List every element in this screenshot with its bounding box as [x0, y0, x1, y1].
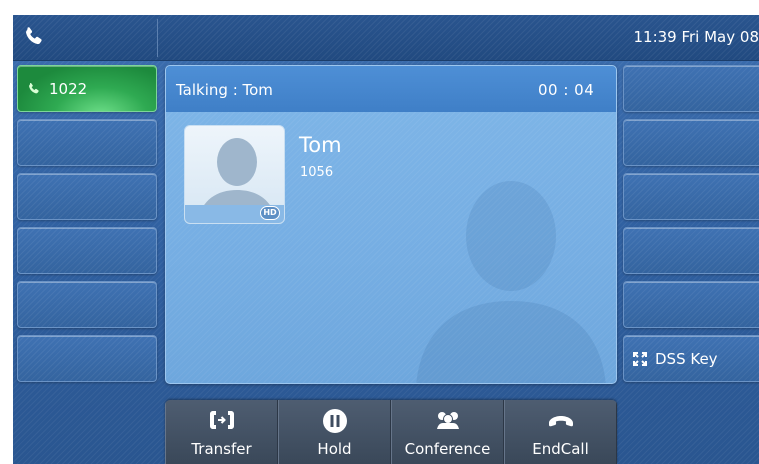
- end-call-label: EndCall: [532, 440, 589, 458]
- hold-icon: [322, 409, 347, 433]
- transfer-label: Transfer: [191, 440, 252, 458]
- conference-icon: [436, 412, 459, 429]
- transfer-button[interactable]: Transfer: [165, 400, 278, 464]
- line-key-6[interactable]: [17, 335, 157, 382]
- dss-key-label: DSS Key: [655, 350, 718, 368]
- hold-label: Hold: [317, 440, 352, 458]
- contact-name: Tom: [299, 133, 342, 157]
- conference-button[interactable]: Conference: [391, 400, 504, 464]
- dss-key-3[interactable]: [623, 173, 759, 220]
- transfer-icon: [209, 411, 234, 429]
- line-key-3[interactable]: [17, 173, 157, 220]
- end-call-icon: [548, 416, 573, 427]
- dss-key-4[interactable]: [623, 227, 759, 274]
- hd-badge: HD: [260, 206, 280, 220]
- call-header: Talking : Tom 00 : 04: [166, 66, 616, 112]
- line-key-5[interactable]: [17, 281, 157, 328]
- hold-button[interactable]: Hold: [278, 400, 391, 464]
- phone-icon: [29, 82, 39, 94]
- handset-icon: [26, 27, 42, 45]
- clock: 11:39 Fri May 08: [633, 28, 759, 46]
- contact-avatar: HD: [184, 125, 285, 224]
- call-panel: Talking : Tom 00 : 04 HD Tom 1056: [165, 65, 617, 384]
- line-key-label: 1022: [49, 80, 88, 98]
- line-key-2[interactable]: [17, 119, 157, 166]
- expand-icon: [633, 352, 647, 366]
- conference-label: Conference: [404, 440, 491, 458]
- contact-number: 1056: [300, 165, 334, 180]
- phone-screen: 11:39 Fri May 08 1022 DSS Key Talking : …: [13, 15, 759, 464]
- dss-key-5[interactable]: [623, 281, 759, 328]
- call-body: HD Tom 1056: [166, 112, 616, 383]
- line-key-1[interactable]: 1022: [17, 65, 157, 112]
- status-divider: [157, 19, 158, 57]
- dss-key-expand[interactable]: DSS Key: [623, 335, 759, 382]
- dss-key-2[interactable]: [623, 119, 759, 166]
- softkey-bar: Transfer Hold Conference EndCall: [165, 400, 617, 464]
- dss-key-1[interactable]: [623, 65, 759, 112]
- call-status: Talking : Tom: [176, 81, 273, 99]
- end-call-button[interactable]: EndCall: [504, 400, 617, 464]
- call-timer: 00 : 04: [538, 81, 595, 99]
- background-silhouette-icon: [416, 181, 606, 383]
- status-bar: 11:39 Fri May 08: [13, 15, 759, 61]
- line-key-4[interactable]: [17, 227, 157, 274]
